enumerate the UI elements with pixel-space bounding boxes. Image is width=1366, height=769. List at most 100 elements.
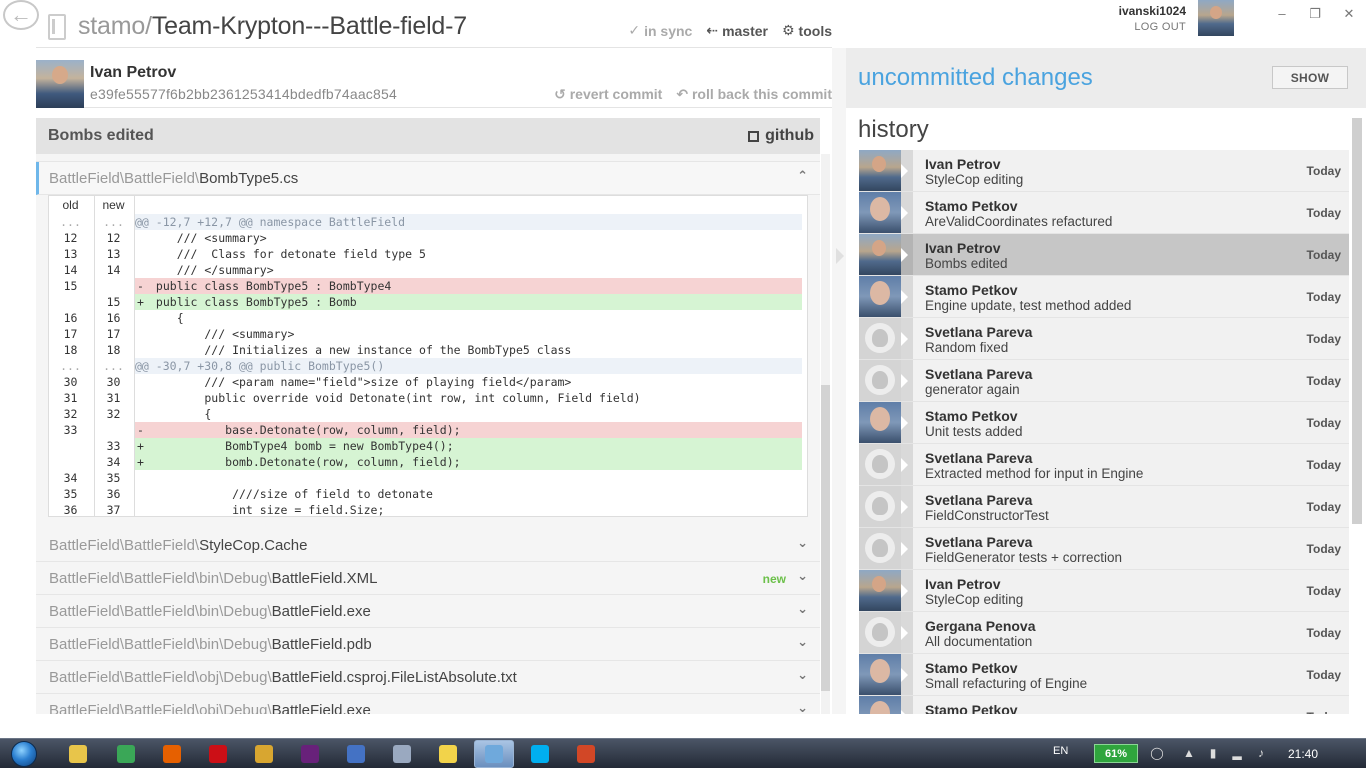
taskbar-app[interactable] [336,740,376,768]
history-author: Stamo Petkov [925,702,1018,714]
close-icon[interactable]: ✕ [1339,6,1359,22]
item-pointer [901,150,913,191]
author-avatar [859,696,901,714]
signal-icon[interactable]: ▂ [1230,747,1244,760]
rollback-commit-button[interactable]: ↶ roll back this commit [676,86,832,103]
history-item[interactable]: Stamo Petkov AreValidCoordinates refactur… [859,192,1349,234]
clock[interactable]: 21:40 [1288,747,1318,761]
taskbar-app[interactable] [58,740,98,768]
uncommitted-changes-title[interactable]: uncommitted changes [858,64,1093,92]
file-row[interactable]: BattleField\BattleField\bin\Debug\Battle… [36,595,820,628]
old-line-number: 35 [63,487,78,501]
file-dir: BattleField\BattleField\bin\Debug\ [49,570,272,587]
chevron-down-icon[interactable]: ⌄ [797,635,808,648]
old-line-number: 12 [63,231,78,245]
back-arrow-icon[interactable]: ← [3,0,39,30]
file-row[interactable]: BattleField\BattleField\BombType5.cs ⌃ [36,162,820,195]
history-item[interactable]: Stamo Petkov Unit tests added Today [859,402,1349,444]
taskbar-app[interactable] [474,740,514,768]
item-pointer [901,612,913,653]
network-sharing-icon[interactable]: ◯ [1150,747,1164,760]
history-item[interactable]: Stamo Petkov Today [859,696,1349,714]
old-line-number: 13 [63,247,78,261]
item-pointer [901,654,913,695]
taskbar-app[interactable] [198,740,238,768]
repo-owner[interactable]: stamo/ [78,12,152,40]
history-date: Today [1306,458,1341,472]
file-row[interactable]: BattleField\BattleField\obj\Debug\Battle… [36,694,820,714]
history-item[interactable]: Stamo Petkov Small refacturing of Engine T… [859,654,1349,696]
diff-code: @@ -12,7 +12,7 @@ namespace BattleField [135,214,802,230]
show-button[interactable]: SHOW [1272,66,1348,89]
diff-line: 17 17 /// <summary> [49,326,807,342]
default-avatar-icon [859,486,901,527]
collapse-arrow-icon[interactable] [836,248,844,264]
diff-scrollbar[interactable] [821,385,830,691]
taskbar-app[interactable] [244,740,284,768]
file-row[interactable]: BattleField\BattleField\bin\Debug\Battle… [36,628,820,661]
new-line-number: 32 [106,407,121,421]
start-button[interactable] [6,739,42,769]
old-line-number: 18 [63,343,78,357]
diff-line: 36 37 int size = field.Size; [49,502,807,516]
file-name: StyleCop.Cache [199,537,308,554]
file-row[interactable]: BattleField\BattleField\StyleCop.Cache ⌄ [36,529,820,562]
taskbar-app[interactable] [428,740,468,768]
history-item[interactable]: Gergana Penova All documentation Today [859,612,1349,654]
logout-link[interactable]: LOG OUT [1090,21,1186,33]
old-line-number: 34 [63,471,78,485]
file-path: BattleField\BattleField\BombType5.cs [49,170,298,187]
chevron-down-icon[interactable]: ⌄ [797,536,808,549]
user-avatar[interactable] [1198,0,1234,36]
language-indicator[interactable]: EN [1053,745,1068,757]
power-icon[interactable]: ▮ [1206,747,1220,760]
history-date: Today [1306,374,1341,388]
diff-code: ////size of field to detonate [135,486,802,502]
github-link[interactable]: github [748,127,814,145]
new-line-number: ... [103,359,124,373]
history-item[interactable]: Svetlana Pareva Extracted method for inpu… [859,444,1349,486]
revert-commit-button[interactable]: ↺ revert commit [554,86,662,103]
history-item[interactable]: Svetlana Pareva Random fixed Today [859,318,1349,360]
author-avatar [859,150,901,191]
history-item[interactable]: Svetlana Pareva FieldConstructorTest Today [859,486,1349,528]
chevron-down-icon[interactable]: ⌄ [797,701,808,714]
chevron-up-icon[interactable]: ⌃ [797,169,808,182]
history-message: FieldConstructorTest [925,508,1049,523]
repo-name[interactable]: Team-Krypton---Battle-field-7 [152,12,467,40]
tools-menu[interactable]: ⚙ tools [782,22,832,39]
history-scrollbar[interactable] [1352,118,1362,524]
taskbar-app[interactable] [106,740,146,768]
tray-expand-icon[interactable]: ▲ [1182,747,1196,760]
chevron-down-icon[interactable]: ⌄ [797,602,808,615]
history-item[interactable]: Ivan Petrov StyleCop editing Today [859,150,1349,192]
history-item[interactable]: Ivan Petrov StyleCop editing Today [859,570,1349,612]
item-pointer [901,528,913,569]
history-item[interactable]: Stamo Petkov Engine update, test method a… [859,276,1349,318]
battery-indicator[interactable]: 61% [1094,744,1138,763]
file-row[interactable]: BattleField\BattleField\obj\Debug\Battle… [36,661,820,694]
diff-text: BombType4 bomb = new BombType4(); [149,439,454,453]
sync-status[interactable]: ✓ in sync [628,22,692,39]
chevron-down-icon[interactable]: ⌄ [797,668,808,681]
history-message: AreValidCoordinates refactured [925,214,1113,229]
file-row[interactable]: BattleField\BattleField\bin\Debug\Battle… [36,562,820,595]
branch-selector[interactable]: ⇠ master [706,22,768,39]
history-author: Svetlana Pareva [925,534,1033,550]
restore-icon[interactable]: ❐ [1305,6,1325,22]
volume-icon[interactable]: ♪ [1254,747,1268,760]
taskbar-app[interactable] [290,740,330,768]
taskbar-app[interactable] [152,740,192,768]
taskbar-app[interactable] [520,740,560,768]
history-item[interactable]: Svetlana Pareva generator again Today [859,360,1349,402]
history-item[interactable]: Svetlana Pareva FieldGenerator tests + co… [859,528,1349,570]
chevron-down-icon[interactable]: ⌄ [797,569,808,582]
file-name: BombType5.cs [199,170,299,187]
history-author: Svetlana Pareva [925,492,1033,508]
history-item[interactable]: Ivan Petrov Bombs edited Today [859,234,1349,276]
diff-line: 14 14 /// </summary> [49,262,807,278]
diff-text: { [149,407,212,421]
taskbar-app[interactable] [382,740,422,768]
minimize-icon[interactable]: – [1272,6,1292,21]
taskbar-app[interactable] [566,740,606,768]
